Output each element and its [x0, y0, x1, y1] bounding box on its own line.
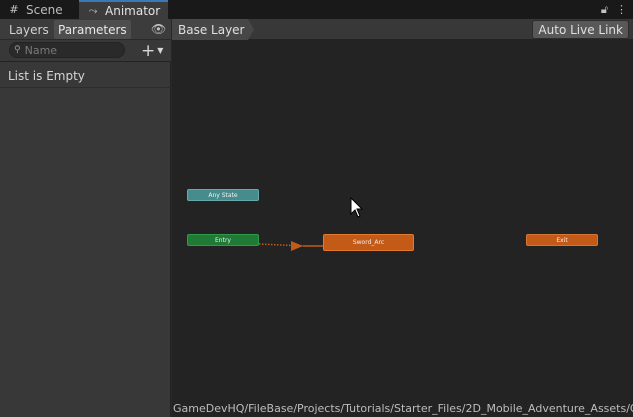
kebab-menu-icon[interactable]: ⋮: [616, 3, 627, 16]
tab-scene[interactable]: # Scene: [0, 0, 76, 19]
search-placeholder: Name: [24, 43, 58, 57]
tab-actions: 🔓︎ ⋮: [601, 1, 627, 18]
lock-icon[interactable]: 🔓︎: [601, 3, 608, 17]
tab-parameters[interactable]: Parameters: [54, 20, 131, 39]
state-exit[interactable]: Exit: [526, 234, 598, 246]
animator-icon: ⤳: [88, 3, 98, 17]
transition-arrow[interactable]: [172, 40, 633, 417]
add-parameter-button[interactable]: + ▼: [141, 40, 163, 61]
panel-tabs: Layers Parameters 👁︎: [0, 19, 171, 40]
state-entry[interactable]: Entry: [187, 234, 259, 246]
state-any-state[interactable]: Any State: [187, 189, 259, 201]
search-row: ⚲ Name + ▼: [0, 40, 171, 62]
plus-icon: +: [141, 40, 156, 61]
tab-scene-label: Scene: [26, 2, 63, 17]
parameter-list-status: List is Empty: [0, 64, 171, 88]
eye-icon[interactable]: 👁︎: [151, 22, 166, 36]
search-icon: ⚲: [14, 45, 21, 55]
auto-live-link-button[interactable]: Auto Live Link: [532, 20, 629, 39]
grid-icon: #: [9, 3, 19, 16]
search-input[interactable]: ⚲ Name: [9, 42, 125, 58]
tab-layers[interactable]: Layers: [5, 20, 53, 39]
mouse-cursor-icon: [350, 197, 364, 218]
state-default[interactable]: Sword_Arc: [323, 234, 414, 251]
window-tab-bar: # Scene ⤳ Animator 🔓︎ ⋮: [0, 0, 633, 19]
unity-animator-window: # Scene ⤳ Animator 🔓︎ ⋮ Layers Parameter…: [0, 0, 633, 417]
asset-path: GameDevHQ/FileBase/Projects/Tutorials/St…: [173, 401, 633, 415]
graph-toolbar: Base Layer Auto Live Link: [172, 19, 633, 40]
tab-animator[interactable]: ⤳ Animator: [79, 0, 168, 19]
parameters-panel: Layers Parameters 👁︎ ⚲ Name + ▼ List is …: [0, 19, 171, 417]
state-machine-graph[interactable]: Any State Entry Sword_Arc Exit GameDevHQ…: [172, 40, 633, 417]
tab-animator-label: Animator: [105, 3, 161, 18]
chevron-down-icon: ▼: [157, 46, 164, 55]
breadcrumb-base-layer[interactable]: Base Layer: [172, 19, 254, 40]
